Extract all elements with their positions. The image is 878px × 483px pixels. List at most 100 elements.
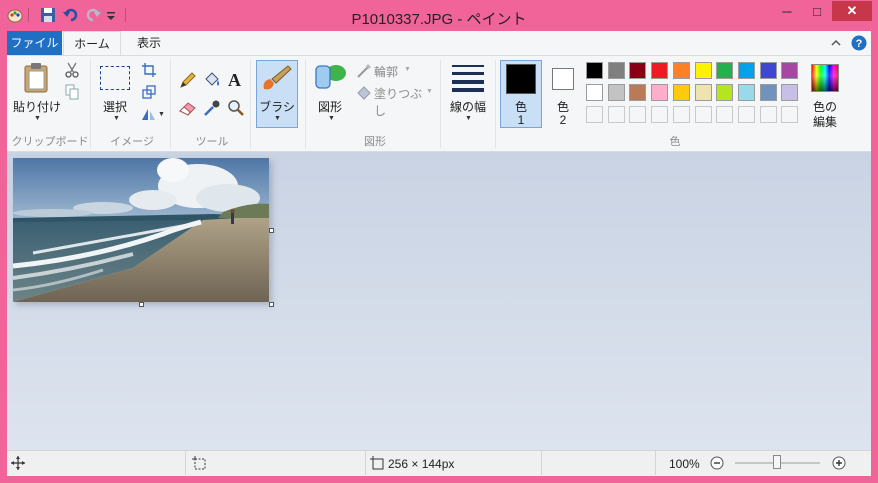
palette-swatch[interactable] [716,84,733,101]
brush-icon[interactable] [260,63,294,95]
clipboard-paste-icon[interactable] [22,62,52,94]
palette-swatch-empty[interactable] [673,106,690,123]
minimize-button[interactable]: ─ [772,1,802,21]
paste-dropdown-arrow-icon[interactable]: ▼ [34,115,41,122]
line-width-icon[interactable] [452,64,484,92]
palette-swatch[interactable] [608,84,625,101]
close-button[interactable]: ✕ [832,1,872,21]
palette-swatch[interactable] [781,84,798,101]
selection-size-icon [192,456,206,470]
color2-swatch[interactable] [552,68,574,90]
colors-group-label: 色 [669,136,681,148]
tab-home[interactable]: ホーム [63,31,121,55]
tab-view[interactable]: 表示 [125,31,173,55]
group-separator [495,60,496,148]
canvas-image[interactable] [13,158,269,302]
palette-swatch[interactable] [673,62,690,79]
maximize-button[interactable]: □ [802,1,832,21]
status-separator [365,451,366,475]
line-width-dropdown-arrow-icon[interactable]: ▼ [465,115,472,122]
status-separator [655,451,656,475]
cut-icon[interactable] [65,62,79,78]
fill-dropdown-arrow-icon[interactable]: ▼ [426,88,433,95]
palette-swatch[interactable] [673,84,690,101]
status-separator [185,451,186,475]
fill-icon[interactable] [356,85,372,101]
select-button[interactable]: 選択 [97,98,133,115]
clipboard-group-label: クリップボード [11,136,89,148]
zoom-slider-thumb[interactable] [773,455,781,469]
fill-button[interactable]: 塗りつぶし [374,85,426,119]
palette-swatch-empty[interactable] [781,106,798,123]
minimize-ribbon-icon[interactable] [829,36,843,50]
palette-swatch[interactable] [586,62,603,79]
resize-handle-right[interactable] [269,228,274,233]
pencil-icon[interactable] [179,71,197,89]
palette-swatch[interactable] [651,62,668,79]
group-separator [440,60,441,148]
resize-handle-bottom[interactable] [139,302,144,307]
paste-button[interactable]: 貼り付け [12,98,62,115]
brush-dropdown-arrow-icon[interactable]: ▼ [274,115,281,122]
palette-swatch-empty[interactable] [716,106,733,123]
crop-icon[interactable] [142,63,156,77]
shapes-dropdown-arrow-icon[interactable]: ▼ [328,115,335,122]
tab-file[interactable]: ファイル [7,31,62,55]
outline-button[interactable]: 輪郭 [374,63,404,80]
select-dropdown-arrow-icon[interactable]: ▼ [113,115,120,122]
rotate-dropdown-arrow-icon[interactable]: ▼ [158,111,165,118]
copy-icon[interactable] [65,84,79,100]
text-tool-icon[interactable]: A [228,70,244,90]
outline-dropdown-arrow-icon[interactable]: ▼ [404,66,411,73]
palette-swatch[interactable] [651,84,668,101]
fill-bucket-icon[interactable] [203,71,221,89]
palette-swatch[interactable] [738,62,755,79]
color-picker-icon[interactable] [203,99,221,117]
palette-swatch-empty[interactable] [608,106,625,123]
select-rectangle-icon[interactable] [100,66,130,90]
shapes-button[interactable]: 図形 [312,98,348,115]
palette-swatch[interactable] [781,62,798,79]
status-separator [541,451,542,475]
group-separator [305,60,306,148]
palette-swatch-empty[interactable] [760,106,777,123]
image-group-label: イメージ [110,136,154,148]
zoom-out-icon[interactable] [710,456,724,470]
palette-swatch[interactable] [629,62,646,79]
group-separator [90,60,91,148]
line-width-button[interactable]: 線の幅 [446,98,490,115]
palette-swatch[interactable] [738,84,755,101]
palette-swatch[interactable] [760,84,777,101]
rotate-icon[interactable] [140,107,158,121]
palette-swatch-empty[interactable] [738,106,755,123]
help-icon[interactable]: ? [851,35,867,51]
window-title: P1010337.JPG - ペイント [351,11,527,28]
palette-swatch[interactable] [586,84,603,101]
palette-swatch[interactable] [760,62,777,79]
outline-icon[interactable] [356,63,372,79]
resize-handle-corner[interactable] [269,302,274,307]
brush-label[interactable]: ブラシ [256,98,298,115]
edit-colors-label-2[interactable]: 編集 [805,113,845,130]
shapes-icon[interactable] [314,62,348,92]
group-separator [170,60,171,148]
palette-swatch-empty[interactable] [629,106,646,123]
color2-number: 2 [559,113,567,127]
palette-swatch[interactable] [716,62,733,79]
shapes-group-label: 図形 [364,136,386,148]
palette-swatch-empty[interactable] [586,106,603,123]
eraser-icon[interactable] [179,99,197,117]
magnifier-icon[interactable] [227,99,245,117]
resize-icon[interactable] [142,85,156,99]
edit-colors-icon[interactable] [811,64,839,92]
palette-swatch[interactable] [695,62,712,79]
zoom-in-icon[interactable] [832,456,846,470]
palette-swatch-empty[interactable] [695,106,712,123]
color1-number: 1 [517,113,525,127]
palette-swatch[interactable] [629,84,646,101]
palette-swatch[interactable] [695,84,712,101]
palette-swatch[interactable] [608,62,625,79]
palette-swatch-empty[interactable] [651,106,668,123]
color1-swatch[interactable] [506,64,536,94]
svg-text:?: ? [856,38,863,50]
